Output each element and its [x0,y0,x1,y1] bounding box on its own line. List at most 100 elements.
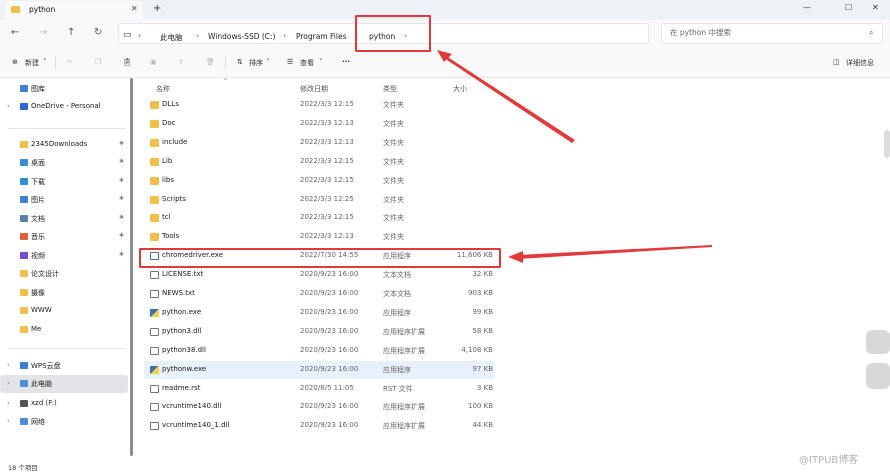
share-icon[interactable]: ⇪ [178,58,184,66]
sort-button[interactable]: 排序 [249,58,263,68]
chevron-right-icon[interactable]: › [7,399,10,407]
column-header-name[interactable]: 名称 [156,84,170,94]
file-row[interactable]: LICENSE.txt 2020/9/23 16:00 文本文档 32 KB [144,266,494,284]
rename-icon[interactable]: ▣ [150,58,157,66]
sidebar-item[interactable]: 图库 [0,80,128,98]
delete-icon[interactable]: 🗑︎ [206,58,215,66]
new-icon: ⊕ [12,58,18,66]
search-input[interactable] [670,28,860,37]
up-button[interactable]: ↑ [67,27,75,38]
sidebar-item[interactable]: › xzd (F:) [0,395,128,413]
sidebar-item[interactable]: › OneDrive - Personal [0,98,128,116]
file-date: 2022/3/3 12:15 [300,156,354,165]
sidebar-item-label: 音乐 [31,233,45,241]
sidebar-item[interactable]: 音乐 ✱ [0,228,128,246]
breadcrumb-separator: › [283,31,287,40]
sidebar-item[interactable]: 论文设计 [0,265,128,283]
scrollbar-thumb[interactable] [884,130,890,158]
file-type: 应用程序 [383,308,411,317]
file-row[interactable]: Doc 2022/3/3 12:13 文件夹 [144,115,494,133]
sidebar-item[interactable]: 桌面 ✱ [0,154,128,172]
chevron-down-icon: ˅ [266,58,270,66]
sidebar-item[interactable]: 视频 ✱ [0,247,128,265]
chevron-right-icon[interactable]: › [7,417,10,425]
details-pane-button[interactable]: 详细信息 [846,58,874,68]
file-name: tcl [162,213,171,222]
sidebar-item[interactable]: 文档 ✱ [0,210,128,228]
thermometer-widget-icon[interactable] [866,330,890,354]
file-row[interactable]: Tools 2022/3/3 12:13 文件夹 [144,228,494,246]
search-box[interactable]: ⌕ [661,23,883,44]
sidebar-item[interactable]: 2345Downloads ✱ [0,136,128,154]
sidebar-item-label: 图库 [31,85,45,93]
file-row[interactable]: tcl 2022/3/3 12:15 文件夹 [144,209,494,227]
file-row[interactable]: Scripts 2022/3/3 12:25 文件夹 [144,191,494,209]
file-date: 2022/3/3 12:25 [300,194,354,203]
maximize-button[interactable]: ☐ [845,3,852,12]
file-row[interactable]: Lib 2022/3/3 12:15 文件夹 [144,153,494,171]
column-header-size[interactable]: 大小 [453,84,467,94]
breadcrumb-this-pc[interactable]: 此电脑 [160,32,183,43]
new-button[interactable]: 新建 [25,58,39,68]
sidebar-item[interactable]: › 此电脑 [0,375,128,393]
sidebar-item-icon [20,380,28,387]
sidebar-item-icon [20,307,28,314]
breadcrumb-drive[interactable]: Windows-SSD (C:) [208,32,275,41]
new-tab-button[interactable]: + [153,3,161,14]
cut-icon[interactable]: ✂ [67,58,73,66]
view-button[interactable]: 查看 [300,58,314,68]
file-row[interactable]: python.exe 2020/9/23 16:00 应用程序 99 KB [144,304,494,322]
file-name: readme.rst [162,383,201,392]
pin-icon: ✱ [119,195,125,202]
column-header-type[interactable]: 类型 [383,84,397,94]
sidebar-item-icon [20,103,28,110]
sidebar-item-icon [20,418,28,425]
paste-icon[interactable]: 📋︎ [123,58,132,66]
file-name: Doc [162,118,176,127]
chevron-right-icon[interactable]: › [7,379,10,387]
file-row[interactable]: vcruntime140_1.dll 2020/9/23 16:00 应用程序扩展 4… [144,417,494,435]
folder-icon [150,101,159,109]
file-date: 2022/3/3 12:13 [300,232,354,241]
sidebar-item[interactable]: › 网络 [0,413,128,431]
file-row[interactable]: vcruntime140.dll 2020/9/23 16:00 应用程序扩展 100… [144,398,494,416]
tab-python[interactable]: python ✕ [5,1,143,20]
refresh-button[interactable]: ↻ [94,27,102,38]
back-button[interactable]: ← [11,27,19,38]
document-icon [150,384,159,393]
file-row[interactable]: include 2022/3/3 12:13 文件夹 [144,134,494,152]
sidebar-item[interactable]: 下载 ✱ [0,173,128,191]
sidebar-item[interactable]: 摄像 [0,284,128,302]
chevron-right-icon[interactable]: › [7,102,10,110]
folder-icon [150,157,159,166]
sidebar-item[interactable]: WWW [0,302,128,320]
file-list: 名称 ^ 修改日期 类型 大小 DLLs 2022/3/3 12:15 文件夹 Doc… [138,78,886,458]
file-name: python38.dll [162,345,206,354]
tab-title: python [29,5,56,14]
sidebar-item[interactable]: 图片 ✱ [0,191,128,209]
file-row[interactable]: python3.dll 2020/9/23 16:00 应用程序扩展 58 KB [144,323,494,341]
file-row[interactable]: python38.dll 2020/9/23 16:00 应用程序扩展 4,108 K… [144,342,494,360]
file-name: DLLs [162,100,179,108]
minimize-button[interactable]: — [803,3,811,12]
column-header-date[interactable]: 修改日期 [300,84,328,94]
forward-button[interactable]: → [39,27,47,38]
file-type: 文件夹 [383,119,404,128]
sidebar-item[interactable]: › WPS云盘 [0,357,128,375]
sidebar-item[interactable]: Me [0,321,128,339]
close-window-button[interactable]: ✕ [872,3,879,12]
file-row[interactable]: DLLs 2022/3/3 12:15 文件夹 [144,96,494,114]
file-row[interactable]: readme.rst 2020/8/5 11:05 RST 文件 3 KB [144,380,494,398]
file-row[interactable]: NEWS.txt 2020/9/23 16:00 文本文档 903 KB [144,285,494,303]
floating-widget-icon[interactable] [866,363,890,389]
pin-icon: ✱ [119,232,125,239]
chevron-down-icon: ˅ [319,58,323,66]
file-row[interactable]: pythonw.exe 2020/9/23 16:00 应用程序 97 KB [144,360,494,379]
breadcrumb-program-files[interactable]: Program Files [296,32,347,41]
copy-icon[interactable]: ❐ [95,58,101,66]
close-tab-button[interactable]: ✕ [131,4,138,13]
file-row[interactable]: libs 2022/3/3 12:15 文件夹 [144,172,494,190]
more-button[interactable]: ··· [342,58,350,66]
chevron-right-icon[interactable]: › [7,361,10,369]
sidebar-scrollbar[interactable] [130,78,133,456]
